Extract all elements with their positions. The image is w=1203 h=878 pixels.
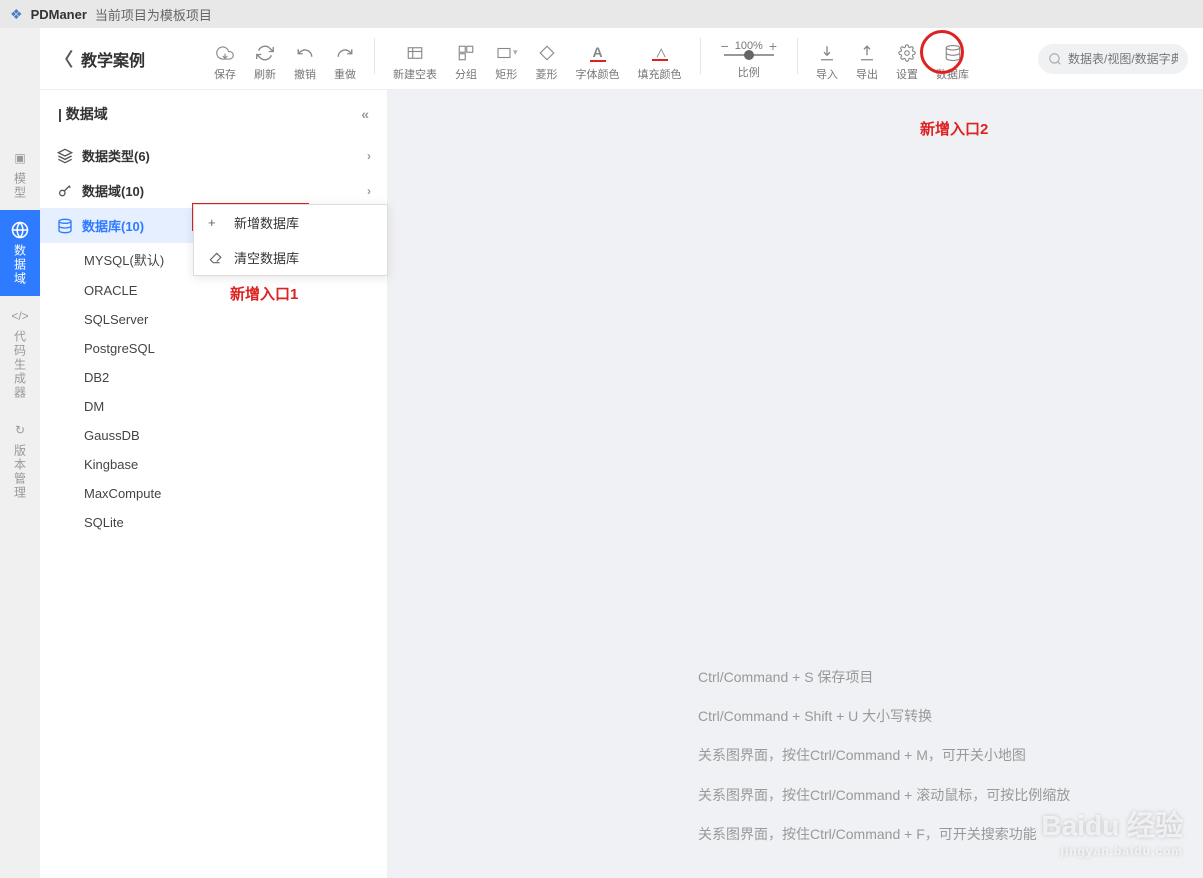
- database-button[interactable]: 数据库: [930, 38, 975, 86]
- db-item[interactable]: PostgreSQL: [40, 334, 387, 363]
- history-icon: ↻: [10, 420, 30, 440]
- db-item[interactable]: SQLServer: [40, 305, 387, 334]
- keyboard-hints: Ctrl/Command + S 保存项目 Ctrl/Command + Shi…: [698, 658, 1070, 854]
- toolbar: 保存 刷新 撤销 重做 新建空表: [145, 32, 1038, 86]
- settings-button[interactable]: 设置: [890, 38, 924, 86]
- rhombus-button[interactable]: 菱形: [530, 38, 564, 86]
- fill-color-icon: [652, 42, 668, 64]
- zoom-plus-icon[interactable]: +: [769, 38, 777, 54]
- db-item[interactable]: ORACLE: [40, 276, 387, 305]
- header-row: 〈 教学案例 保存 刷新 撤销 重做: [40, 28, 1203, 90]
- code-icon: </>: [10, 306, 30, 326]
- redo-icon: [336, 42, 354, 64]
- app-logo-icon: ❖: [10, 6, 23, 23]
- import-icon: [818, 42, 836, 64]
- undo-icon: [296, 42, 314, 64]
- chevron-left-icon: 〈: [55, 46, 73, 72]
- group-button[interactable]: 分组: [449, 38, 483, 86]
- search-icon: [1048, 52, 1062, 66]
- layers-icon: [56, 148, 74, 164]
- db-item[interactable]: MaxCompute: [40, 479, 387, 508]
- fillcolor-button[interactable]: 填充颜色: [632, 38, 688, 86]
- cloud-save-icon: [215, 42, 235, 64]
- sidebar: | 数据域 « 数据类型(6) › 数据域(10) › 数据库(10) ⌄: [40, 90, 388, 878]
- table-icon: [406, 42, 424, 64]
- fontcolor-button[interactable]: A 字体颜色: [570, 38, 626, 86]
- globe-icon: [10, 220, 30, 240]
- gear-icon: [898, 42, 916, 64]
- collapse-icon[interactable]: «: [361, 106, 369, 122]
- vnav-codegen[interactable]: </> 代码生成器: [0, 296, 40, 410]
- db-item[interactable]: GaussDB: [40, 421, 387, 450]
- save-button[interactable]: 保存: [208, 38, 242, 86]
- export-button[interactable]: 导出: [850, 38, 884, 86]
- import-button[interactable]: 导入: [810, 38, 844, 86]
- titlebar: ❖ PDManer 当前项目为模板项目: [0, 0, 1203, 28]
- page-title: 教学案例: [81, 47, 145, 71]
- zoom-minus-icon[interactable]: −: [721, 38, 729, 54]
- db-item[interactable]: DB2: [40, 363, 387, 392]
- db-item[interactable]: SQLite: [40, 508, 387, 537]
- refresh-icon: [256, 42, 274, 64]
- export-icon: [858, 42, 876, 64]
- font-color-icon: A: [590, 42, 606, 64]
- db-item[interactable]: Kingbase: [40, 450, 387, 479]
- group-icon: [457, 42, 475, 64]
- app-name: PDManer: [31, 7, 87, 22]
- ctx-add-database[interactable]: + 新增数据库: [194, 205, 387, 240]
- database-icon: [56, 218, 74, 234]
- undo-button[interactable]: 撤销: [288, 38, 322, 86]
- tree-datatype[interactable]: 数据类型(6) ›: [40, 138, 387, 173]
- zoom-control[interactable]: − 100% + 比例: [713, 38, 786, 80]
- db-item[interactable]: DM: [40, 392, 387, 421]
- annotation-entry2: 新增入口2: [920, 118, 988, 139]
- zoom-slider-track[interactable]: [724, 54, 774, 56]
- vnav-datadomain[interactable]: 数据域: [0, 210, 40, 296]
- cube-icon: ▣: [10, 148, 30, 168]
- vnav-version[interactable]: ↻ 版本管理: [0, 410, 40, 510]
- tree-datadomain[interactable]: 数据域(10) ›: [40, 173, 387, 208]
- chevron-right-icon: ›: [367, 184, 371, 198]
- eraser-icon: [208, 251, 224, 265]
- search-input[interactable]: [1068, 52, 1178, 66]
- canvas[interactable]: 新增入口2 Ctrl/Command + S 保存项目 Ctrl/Command…: [388, 90, 1203, 878]
- redo-button[interactable]: 重做: [328, 38, 362, 86]
- search-box[interactable]: [1038, 44, 1188, 74]
- context-menu: + 新增数据库 清空数据库: [193, 204, 388, 276]
- newtable-button[interactable]: 新建空表: [387, 38, 443, 86]
- sidebar-header: | 数据域 «: [40, 90, 387, 138]
- rectangle-icon: ▾: [495, 42, 518, 64]
- rhombus-icon: [538, 42, 556, 64]
- database-icon: [944, 42, 962, 64]
- plus-icon: +: [208, 215, 224, 230]
- chevron-right-icon: ›: [367, 149, 371, 163]
- rect-button[interactable]: ▾ 矩形: [489, 38, 524, 86]
- project-subtitle: 当前项目为模板项目: [95, 5, 212, 24]
- back-button[interactable]: 〈 教学案例: [55, 46, 145, 72]
- vnav-model[interactable]: ▣ 模型: [0, 138, 40, 210]
- refresh-button[interactable]: 刷新: [248, 38, 282, 86]
- key-icon: [56, 183, 74, 199]
- ctx-clear-database[interactable]: 清空数据库: [194, 240, 387, 275]
- vertical-nav: ▣ 模型 数据域 </> 代码生成器 ↻ 版本管理: [0, 28, 40, 878]
